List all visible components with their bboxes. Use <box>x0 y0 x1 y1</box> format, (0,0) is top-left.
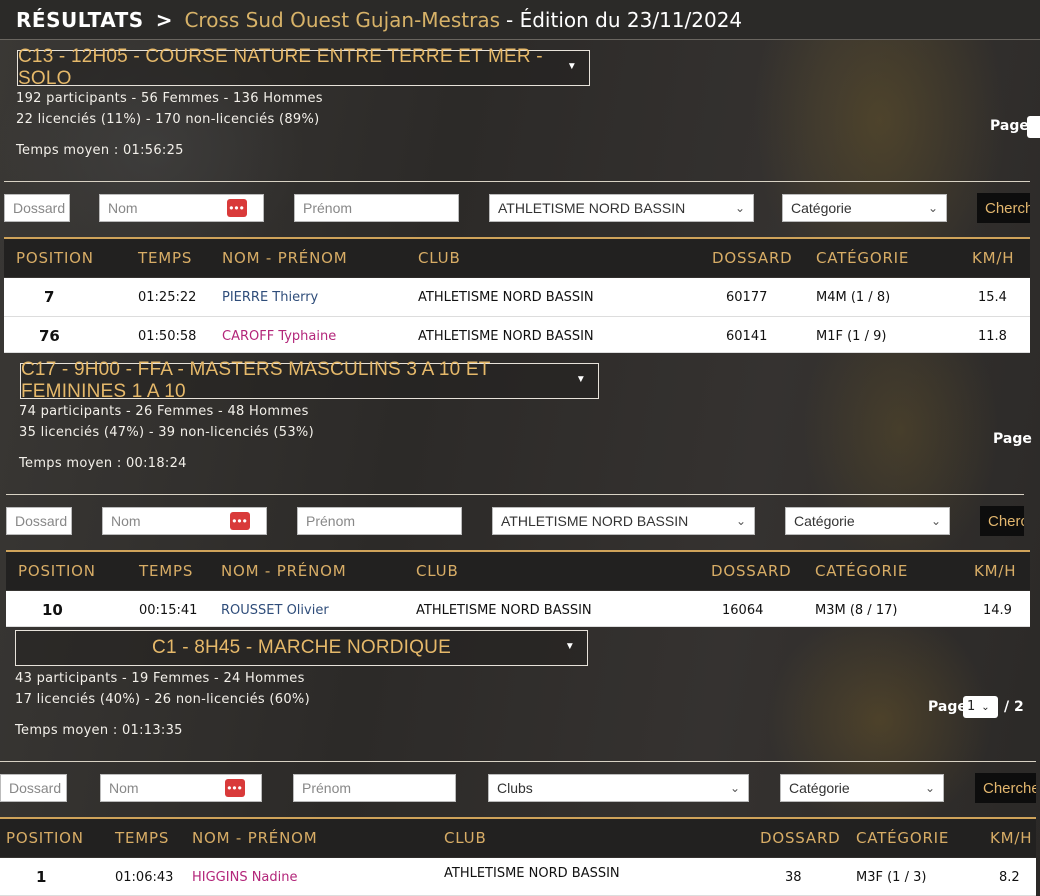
results-header: RÉSULTATS > Cross Sud Ouest Gujan-Mestra… <box>0 0 1040 40</box>
caret-down-icon: ▼ <box>575 374 586 385</box>
page-label: Page <box>993 431 1032 447</box>
page-select[interactable] <box>1027 116 1040 138</box>
dossard-input[interactable]: Dossard <box>0 774 67 802</box>
col-dossard[interactable]: DOSSARD <box>711 562 792 580</box>
club-select[interactable]: ATHLETISME NORD BASSIN ⌄ <box>489 194 754 222</box>
runner-name-link[interactable]: ROUSSET Olivier <box>221 603 329 618</box>
average-time: Temps moyen : 00:18:24 <box>19 456 187 471</box>
page-title: RÉSULTATS <box>16 7 144 32</box>
page-select[interactable]: 1 ⌄ <box>963 696 998 718</box>
page-total: / 2 <box>1004 699 1024 715</box>
edition-date: - Édition du 23/11/2024 <box>506 7 743 32</box>
more-icon[interactable]: ••• <box>227 199 247 217</box>
participants-summary: 74 participants - 26 Femmes - 48 Hommes <box>19 404 309 419</box>
chevron-down-icon: ⌄ <box>981 702 990 713</box>
chevron-down-icon: ⌄ <box>735 514 746 528</box>
table-row[interactable]: 7 01:25:22 PIERRE Thierry ATHLETISME NOR… <box>4 278 1030 317</box>
filter-bar: Dossard Nom ••• Prénom Clubs ⌄ Catégorie ⌄… <box>0 761 1036 817</box>
nom-input[interactable]: Nom ••• <box>99 194 264 222</box>
chevron-down-icon: ⌄ <box>924 781 935 795</box>
caret-down-icon: ▼ <box>566 61 577 72</box>
col-position[interactable]: POSITION <box>16 249 94 267</box>
col-nom[interactable]: NOM - PRÉNOM <box>222 249 347 267</box>
col-dossard[interactable]: DOSSARD <box>760 829 841 847</box>
participants-summary: 192 participants - 56 Femmes - 136 Homme… <box>16 91 323 106</box>
col-dossard[interactable]: DOSSARD <box>712 249 793 267</box>
licences-summary: 35 licenciés (47%) - 39 non-licenciés (5… <box>19 425 314 440</box>
categorie-select[interactable]: Catégorie ⌄ <box>782 194 947 222</box>
chevron-down-icon: ⌄ <box>734 201 745 215</box>
more-icon[interactable]: ••• <box>225 779 245 797</box>
results-table-header: POSITION TEMPS NOM - PRÉNOM CLUB DOSSARD… <box>6 550 1030 590</box>
col-kmh[interactable]: KM/H <box>990 829 1032 847</box>
licences-summary: 22 licenciés (11%) - 170 non-licenciés (… <box>16 112 320 127</box>
licences-summary: 17 licenciés (40%) - 26 non-licenciés (6… <box>15 692 310 707</box>
average-time: Temps moyen : 01:13:35 <box>15 723 183 738</box>
prenom-input[interactable]: Prénom <box>297 507 462 535</box>
col-position[interactable]: POSITION <box>18 562 96 580</box>
results-table-header: POSITION TEMPS NOM - PRÉNOM CLUB DOSSARD… <box>0 817 1036 857</box>
club-select[interactable]: ATHLETISME NORD BASSIN ⌄ <box>492 507 755 535</box>
col-categorie[interactable]: CATÉGORIE <box>856 829 949 847</box>
dossard-input[interactable]: Dossard <box>6 507 72 535</box>
club-select[interactable]: Clubs ⌄ <box>488 774 749 802</box>
col-kmh[interactable]: KM/H <box>974 562 1016 580</box>
search-button[interactable]: Chercher <box>980 506 1024 536</box>
more-icon[interactable]: ••• <box>230 512 250 530</box>
runner-name-link[interactable]: PIERRE Thierry <box>222 290 318 305</box>
nom-input[interactable]: Nom ••• <box>102 507 267 535</box>
nom-input[interactable]: Nom ••• <box>100 774 262 802</box>
table-row[interactable]: 10 00:15:41 ROUSSET Olivier ATHLETISME N… <box>6 591 1030 627</box>
categorie-select[interactable]: Catégorie ⌄ <box>785 507 950 535</box>
race-select-c17[interactable]: C17 - 9H00 - FFA - MASTERS MASCULINS 3 A… <box>20 359 599 402</box>
categorie-select[interactable]: Catégorie ⌄ <box>780 774 944 802</box>
prenom-input[interactable]: Prénom <box>294 194 459 222</box>
dossard-input[interactable]: Dossard <box>4 194 70 222</box>
col-club[interactable]: CLUB <box>418 249 461 267</box>
chevron-down-icon: ⌄ <box>927 201 938 215</box>
participants-summary: 43 participants - 19 Femmes - 24 Hommes <box>15 671 305 686</box>
chevron-down-icon: ⌄ <box>930 514 941 528</box>
event-name: Cross Sud Ouest Gujan-Mestras <box>184 7 501 32</box>
prenom-input[interactable]: Prénom <box>293 774 456 802</box>
table-row[interactable]: 1 01:06:43 HIGGINS Nadine ATHLETISME NOR… <box>0 858 1036 896</box>
average-time: Temps moyen : 01:56:25 <box>16 143 184 158</box>
col-temps[interactable]: TEMPS <box>139 562 193 580</box>
runner-name-link[interactable]: CAROFF Typhaine <box>222 329 336 344</box>
race-select-c13[interactable]: C13 - 12H05 - COURSE NATURE ENTRE TERRE … <box>17 46 590 89</box>
col-kmh[interactable]: KM/H <box>972 249 1014 267</box>
runner-name-link[interactable]: HIGGINS Nadine <box>192 870 298 885</box>
col-categorie[interactable]: CATÉGORIE <box>815 562 908 580</box>
col-temps[interactable]: TEMPS <box>115 829 169 847</box>
results-table-header: POSITION TEMPS NOM - PRÉNOM CLUB DOSSARD… <box>4 237 1030 277</box>
col-nom[interactable]: NOM - PRÉNOM <box>221 562 346 580</box>
col-position[interactable]: POSITION <box>6 829 84 847</box>
race-select-label: C13 - 12H05 - COURSE NATURE ENTRE TERRE … <box>18 46 543 89</box>
race-select-label: C17 - 9H00 - FFA - MASTERS MASCULINS 3 A… <box>21 359 491 402</box>
col-categorie[interactable]: CATÉGORIE <box>816 249 909 267</box>
caret-down-icon: ▼ <box>564 641 575 652</box>
col-nom[interactable]: NOM - PRÉNOM <box>192 829 317 847</box>
col-club[interactable]: CLUB <box>416 562 459 580</box>
page-label: Page <box>928 699 967 715</box>
col-temps[interactable]: TEMPS <box>138 249 192 267</box>
race-select-label: C1 - 8H45 - MARCHE NORDIQUE <box>152 637 451 658</box>
col-club[interactable]: CLUB <box>444 829 487 847</box>
filter-bar: Dossard Nom ••• Prénom ATHLETISME NORD B… <box>4 181 1030 237</box>
page-label: Page <box>990 118 1029 134</box>
table-row[interactable]: 76 01:50:58 CAROFF Typhaine ATHLETISME N… <box>4 317 1030 353</box>
chevron-down-icon: ⌄ <box>729 781 740 795</box>
race-select-c1[interactable]: C1 - 8H45 - MARCHE NORDIQUE ▼ <box>15 630 588 666</box>
breadcrumb-separator: > <box>155 7 173 32</box>
search-button[interactable]: Chercher <box>975 773 1036 803</box>
filter-bar: Dossard Nom ••• Prénom ATHLETISME NORD B… <box>6 494 1024 550</box>
search-button[interactable]: Chercher <box>977 193 1030 223</box>
